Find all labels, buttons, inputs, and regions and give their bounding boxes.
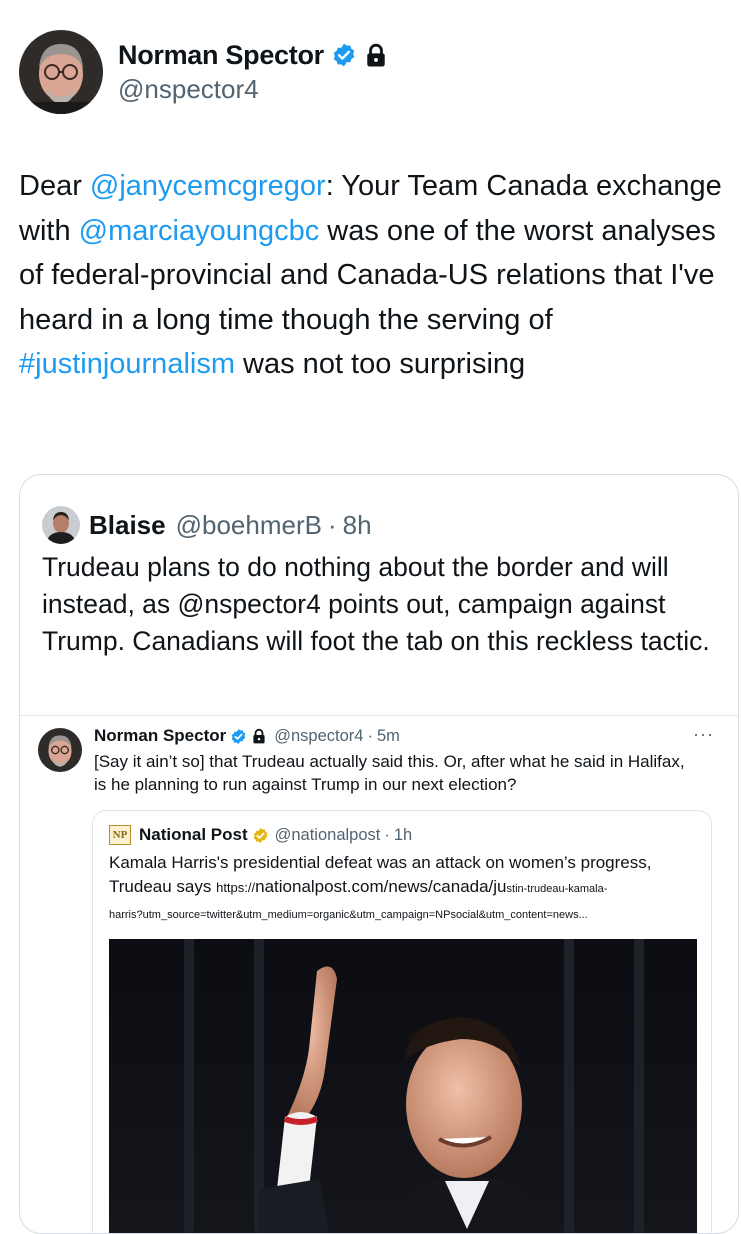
mention-link-marciayoungcbc[interactable]: @marciayoungcbc bbox=[79, 215, 320, 247]
avatar-image bbox=[38, 728, 82, 772]
mention-link-janycemcgregor[interactable]: @janycemcgregor bbox=[90, 170, 326, 202]
news-timestamp: 1h bbox=[393, 825, 413, 844]
quoted-author-avatar[interactable] bbox=[42, 506, 80, 544]
news-headline: Kamala Harris's presidential defeat was … bbox=[109, 851, 699, 926]
more-icon: ··· bbox=[693, 724, 714, 744]
embedded-tweet-text: [Say it ain’t so] that Trudeau actually … bbox=[94, 752, 685, 794]
verified-badge-icon bbox=[232, 728, 246, 744]
news-photo bbox=[109, 939, 697, 1233]
article-url-part: nationalpost.com/news/canada/ju bbox=[255, 876, 507, 896]
separator-dot: · bbox=[367, 726, 373, 745]
embedded-tweet-header: Norman Spector @nspector4 · 5m bbox=[94, 724, 400, 748]
trudeau-photo bbox=[109, 939, 697, 1233]
tweet-text: Dear @janycemcgregor: Your Team Canada e… bbox=[19, 164, 731, 387]
gold-verified-badge-icon bbox=[253, 827, 267, 843]
quoted-timestamp[interactable]: 8h bbox=[343, 510, 372, 541]
embedded-author-handle: @nspector4 bbox=[274, 726, 364, 745]
author-name-row: Norman Spector bbox=[118, 38, 387, 72]
news-source-name: National Post bbox=[139, 825, 248, 844]
avatar-image bbox=[42, 506, 80, 544]
news-card-header: NP National Post @nationalpost · 1h bbox=[109, 823, 412, 847]
quoted-author-name[interactable]: Blaise bbox=[89, 510, 166, 541]
embedded-author-name: Norman Spector bbox=[94, 726, 227, 745]
lock-icon bbox=[367, 43, 385, 67]
embedded-timestamp: 5m bbox=[376, 726, 400, 745]
tweet-text-segment: was not too surprising bbox=[235, 348, 526, 380]
avatar-image bbox=[19, 30, 103, 114]
national-post-logo: NP bbox=[109, 825, 131, 845]
lock-icon bbox=[253, 728, 265, 744]
hashtag-link[interactable]: #justinjournalism bbox=[19, 348, 235, 380]
verified-badge-icon bbox=[333, 43, 355, 67]
author-handle[interactable]: @nspector4 bbox=[118, 74, 259, 105]
article-url-part: stin-trudeau-kamala- bbox=[506, 882, 608, 895]
news-source-handle: @nationalpost bbox=[274, 825, 381, 844]
quoted-tweet-header: Blaise @boehmerB · 8h bbox=[42, 506, 372, 544]
author-avatar[interactable] bbox=[19, 30, 103, 114]
news-quote-card: NP National Post @nationalpost · 1h Kama… bbox=[92, 810, 712, 1233]
author-name[interactable]: Norman Spector bbox=[118, 40, 324, 71]
embedded-tweet-image[interactable]: Norman Spector @nspector4 · 5m ··· [Say … bbox=[20, 715, 738, 1233]
quoted-tweet-text: Trudeau plans to do nothing about the bo… bbox=[42, 552, 710, 656]
tweet-text-segment: Dear bbox=[19, 170, 90, 202]
quoted-author-handle[interactable]: @boehmerB bbox=[176, 510, 322, 541]
article-url-part: https:// bbox=[216, 879, 256, 895]
embedded-author-avatar bbox=[38, 728, 82, 772]
separator-dot: · bbox=[327, 509, 337, 540]
article-url-part: harris?utm_source=twitter&utm_medium=org… bbox=[109, 909, 588, 921]
quoted-tweet-card[interactable]: Blaise @boehmerB · 8h Trudeau plans to d… bbox=[19, 474, 739, 1234]
separator-dot: · bbox=[384, 825, 390, 844]
